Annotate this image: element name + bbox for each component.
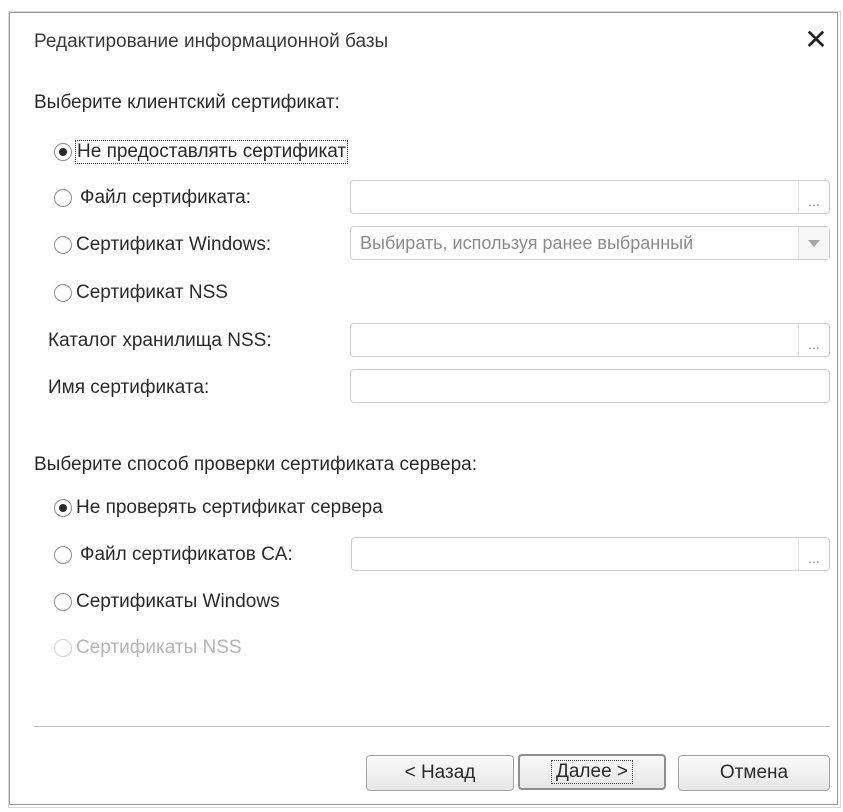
next-button[interactable]: Далее > <box>518 754 666 790</box>
nss-store-label: Каталог хранилища NSS: <box>48 330 272 351</box>
radio-cert-file-label: Файл сертификата: <box>80 187 251 208</box>
back-button-label: < Назад <box>404 762 476 783</box>
cert-name-label: Имя сертификата: <box>48 377 210 398</box>
nss-store-input[interactable]: ... <box>350 323 830 357</box>
cert-file-input[interactable]: ... <box>350 180 830 214</box>
radio-no-cert[interactable]: Не предоставлять сертификат <box>54 140 349 164</box>
radio-button-disabled <box>54 639 72 657</box>
radio-button-checked[interactable] <box>54 499 72 517</box>
radio-windows-certs-label: Сертификаты Windows <box>76 591 280 612</box>
server-cert-heading: Выберите способ проверки сертификата сер… <box>34 454 478 475</box>
radio-windows-certs[interactable]: Сертификаты Windows <box>54 591 280 613</box>
radio-no-verify-label: Не проверять сертификат сервера <box>76 497 383 518</box>
cert-windows-select-value: Выбирать, используя ранее выбранный <box>360 233 694 253</box>
radio-button[interactable] <box>54 189 72 207</box>
cert-name-input[interactable] <box>350 369 830 403</box>
browse-button[interactable]: ... <box>798 181 829 213</box>
radio-button[interactable] <box>54 284 72 302</box>
ca-file-input[interactable]: ... <box>351 537 830 571</box>
radio-nss-certs: Сертификаты NSS <box>54 637 242 659</box>
radio-cert-file[interactable]: Файл сертификата: <box>54 187 251 209</box>
radio-ca-file[interactable]: Файл сертификатов CA: <box>54 544 293 566</box>
client-cert-heading: Выберите клиентский сертификат: <box>34 92 340 113</box>
radio-cert-nss-label: Сертификат NSS <box>76 282 228 303</box>
radio-button[interactable] <box>54 236 72 254</box>
radio-cert-windows[interactable]: Сертификат Windows: <box>54 234 271 256</box>
browse-button[interactable]: ... <box>798 324 829 356</box>
back-button[interactable]: < Назад <box>366 755 514 791</box>
footer-separator <box>34 726 830 727</box>
dialog-title: Редактирование информационной базы <box>34 31 389 52</box>
radio-no-verify[interactable]: Не проверять сертификат сервера <box>54 497 383 519</box>
next-button-label: Далее > <box>550 760 634 784</box>
radio-button[interactable] <box>54 546 72 564</box>
radio-nss-certs-label: Сертификаты NSS <box>76 637 242 658</box>
title-bar: Редактирование информационной базы ✕ <box>10 13 837 77</box>
dialog-window: Редактирование информационной базы ✕ Выб… <box>9 12 838 805</box>
radio-ca-file-label: Файл сертификатов CA: <box>80 544 293 565</box>
radio-cert-nss[interactable]: Сертификат NSS <box>54 282 228 304</box>
browse-button[interactable]: ... <box>798 538 829 570</box>
cert-windows-select[interactable]: Выбирать, используя ранее выбранный <box>350 226 830 260</box>
cancel-button-label: Отмена <box>719 762 789 783</box>
radio-button[interactable] <box>54 593 72 611</box>
radio-no-cert-label: Не предоставлять сертификат <box>74 140 349 164</box>
chevron-down-icon[interactable] <box>798 227 829 259</box>
close-icon[interactable]: ✕ <box>801 25 831 55</box>
cancel-button[interactable]: Отмена <box>678 755 830 791</box>
radio-button-checked[interactable] <box>54 143 72 161</box>
radio-cert-windows-label: Сертификат Windows: <box>76 234 272 255</box>
